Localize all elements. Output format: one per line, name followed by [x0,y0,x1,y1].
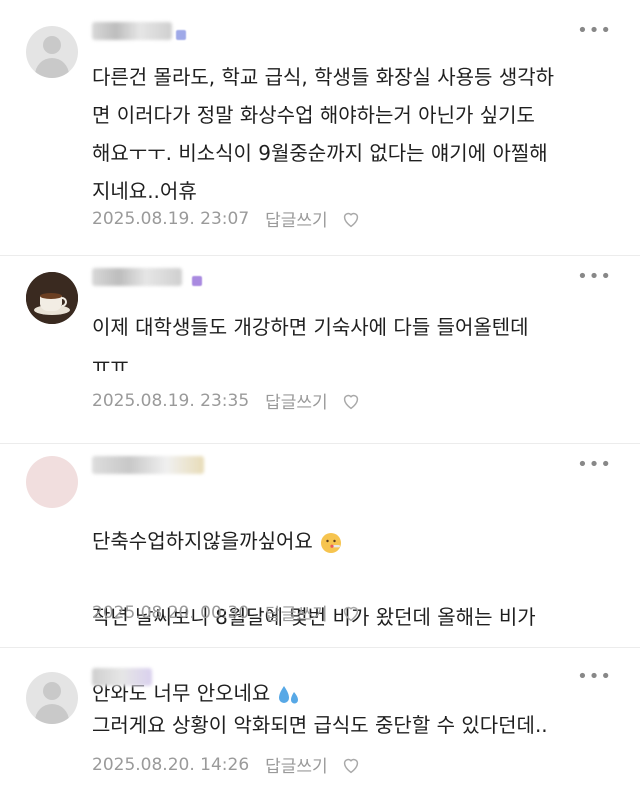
more-options-icon[interactable]: ••• [577,268,612,286]
default-profile-icon[interactable] [26,26,78,78]
heart-icon[interactable] [340,602,362,624]
reply-button[interactable]: 답글쓰기 [265,600,328,625]
user-badge-icon [192,276,202,286]
face-with-thermometer-emoji [320,532,341,553]
heart-icon[interactable] [340,390,362,412]
heart-icon[interactable] [340,208,362,230]
coffee-cup-icon [26,272,78,324]
comment-date: 2025.08.20. 14:26 [92,754,250,775]
profile-avatar[interactable] [26,456,78,508]
blurred-username[interactable] [92,22,172,40]
comment-date: 2025.08.19. 23:35 [92,390,250,411]
comment-text: 다른건 몰라도, 학교 급식, 학생들 화장실 사용등 생각하 면 이러다가 정… [92,65,555,203]
coffee-profile-photo[interactable] [26,272,78,324]
reply-button[interactable]: 답글쓰기 [265,752,328,777]
heart-icon[interactable] [340,754,362,776]
comment-date: 2025.08.20. 00:30 [92,602,250,623]
blurred-username[interactable] [92,268,182,286]
comment-item: ••• 단축수업하지않을까싶어요 작년 날씨보니 8월달에 몇번 비가 왔던데 … [0,452,640,705]
default-profile-icon[interactable] [26,672,78,724]
blurred-username[interactable] [92,668,152,686]
comment-meta: 2025.08.19. 23:07 답글쓰기 [92,206,362,231]
reply-button[interactable]: 답글쓰기 [265,206,328,231]
reply-button[interactable]: 답글쓰기 [265,388,328,413]
comment-text: 그러게요 상황이 악화되면 급식도 중단할 수 있다던데.. [92,713,548,737]
comment-meta: 2025.08.20. 00:30 답글쓰기 [92,600,362,625]
more-options-icon[interactable]: ••• [577,456,612,474]
more-options-icon[interactable]: ••• [577,22,612,40]
comment-text: 이제 대학생들도 개강하면 기숙사에 다들 들어올텐데 ㅠㅠ [92,315,529,377]
comment-date: 2025.08.19. 23:07 [92,208,250,229]
comment-item: ••• 그러게요 상황이 악화되면 급식도 중단할 수 있다던데.. 2025.… [0,664,640,798]
comment-item: ••• 이제 대학생들도 개강하면 기숙사에 다들 들어올텐데 ㅠㅠ 2025.… [0,264,640,444]
comment-item: ••• 다른건 몰라도, 학교 급식, 학생들 화장실 사용등 생각하 면 이러… [0,18,640,256]
user-badge-icon [176,30,186,40]
comment-line: 단축수업하지않을까싶어요 [92,529,313,553]
more-options-icon[interactable]: ••• [577,668,612,686]
blurred-username[interactable] [92,456,204,474]
comment-meta: 2025.08.20. 14:26 답글쓰기 [92,752,362,777]
comment-meta: 2025.08.19. 23:35 답글쓰기 [92,388,362,413]
